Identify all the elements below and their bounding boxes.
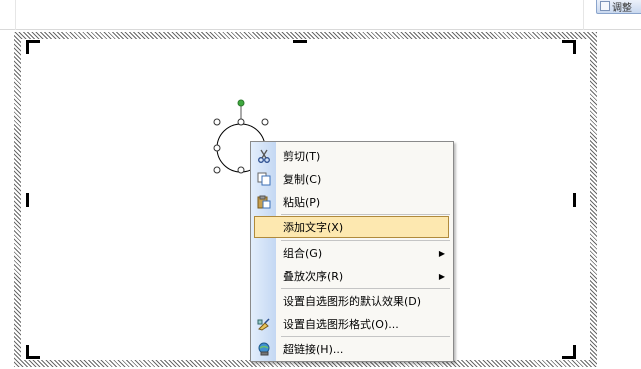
adjust-icon xyxy=(600,1,610,11)
menu-separator xyxy=(281,288,450,289)
menu-item-hyperlink[interactable]: 超链接(H)... xyxy=(251,338,453,360)
hyperlink-icon xyxy=(256,342,271,357)
submenu-arrow-icon: ▶ xyxy=(438,271,445,281)
copy-icon xyxy=(256,172,271,187)
menu-item-label: 剪切(T) xyxy=(283,150,321,163)
crop-handle-top[interactable] xyxy=(293,40,307,43)
adjust-button-label: 调整 xyxy=(612,2,632,14)
resize-handle-n[interactable] xyxy=(237,118,245,126)
page-margin-left xyxy=(15,0,16,30)
context-menu: 剪切(T) 复制(C) 粘贴(P) 添加文字(X) 组合(G) ▶ 叠放次序(R… xyxy=(250,141,454,362)
menu-item-label: 设置自选图形的默认效果(D) xyxy=(283,295,422,308)
paste-icon xyxy=(256,195,271,210)
resize-handle-ne[interactable] xyxy=(261,118,269,126)
menu-item-add-text[interactable]: 添加文字(X) xyxy=(254,216,449,238)
crop-handle-bottom-left-v[interactable] xyxy=(26,345,29,359)
submenu-arrow-icon: ▶ xyxy=(438,248,445,258)
menu-separator xyxy=(281,336,450,337)
resize-handle-sw[interactable] xyxy=(213,166,221,174)
scissors-icon xyxy=(256,149,271,164)
menu-item-paste[interactable]: 粘贴(P) xyxy=(251,191,453,213)
crop-handle-right[interactable] xyxy=(573,193,576,207)
menu-item-order[interactable]: 叠放次序(R) ▶ xyxy=(251,265,453,287)
crop-handle-bottom-right-v[interactable] xyxy=(573,345,576,359)
menu-separator xyxy=(281,214,450,215)
format-shape-icon xyxy=(256,317,271,332)
menu-item-cut[interactable]: 剪切(T) xyxy=(251,145,453,167)
resize-handle-nw[interactable] xyxy=(213,118,221,126)
menu-item-copy[interactable]: 复制(C) xyxy=(251,168,453,190)
menu-item-label: 设置自选图形格式(O)... xyxy=(283,318,399,331)
menu-item-label: 组合(G) xyxy=(283,247,323,260)
page-margin-right xyxy=(583,0,584,30)
crop-handle-top-left-v[interactable] xyxy=(26,40,29,54)
menu-item-label: 超链接(H)... xyxy=(283,343,344,356)
resize-handle-s[interactable] xyxy=(237,166,245,174)
rotate-handle[interactable] xyxy=(237,99,245,107)
menu-item-label: 复制(C) xyxy=(283,173,322,186)
menu-separator xyxy=(281,240,450,241)
menu-item-label: 叠放次序(R) xyxy=(283,270,344,283)
adjust-toolbar-button[interactable]: 调整 xyxy=(596,0,641,14)
menu-item-label: 粘贴(P) xyxy=(283,196,321,209)
menu-item-set-default-effect[interactable]: 设置自选图形的默认效果(D) xyxy=(251,290,453,312)
menu-item-group[interactable]: 组合(G) ▶ xyxy=(251,242,453,264)
resize-handle-w[interactable] xyxy=(213,144,221,152)
menu-item-format-shape[interactable]: 设置自选图形格式(O)... xyxy=(251,313,453,335)
page-top-edge xyxy=(0,29,641,30)
menu-item-label: 添加文字(X) xyxy=(283,221,344,234)
crop-handle-left[interactable] xyxy=(26,193,29,207)
crop-handle-top-right-v[interactable] xyxy=(573,40,576,54)
